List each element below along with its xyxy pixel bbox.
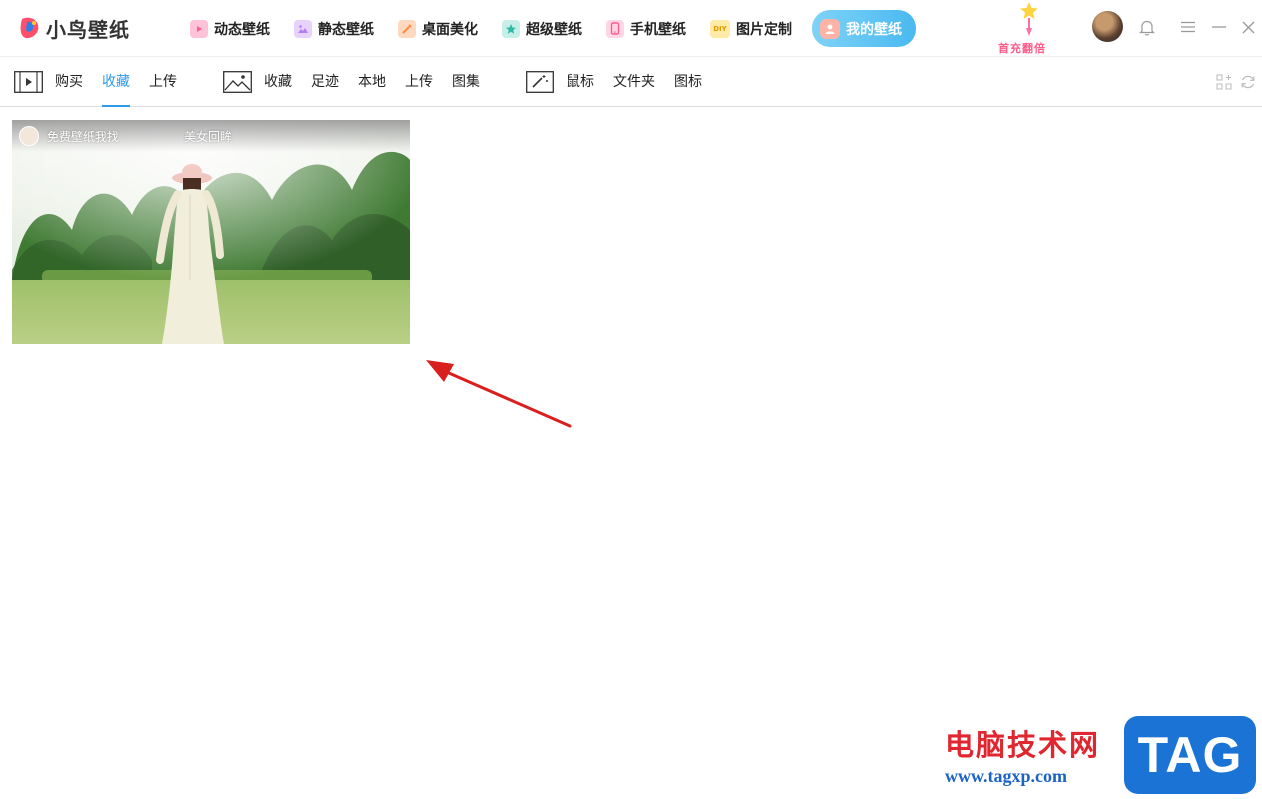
brush-icon [398, 19, 416, 38]
author-avatar [19, 126, 39, 146]
nav-item-dynamic-wallpaper[interactable]: 动态壁纸 [186, 10, 280, 47]
close-icon[interactable] [1238, 17, 1258, 37]
bell-icon[interactable] [1137, 17, 1157, 37]
bird-logo-icon [20, 17, 39, 39]
app-name: 小鸟壁纸 [46, 17, 130, 42]
video-group: 购买 收藏 上传 [14, 57, 196, 107]
tab-video-purchased[interactable]: 购买 [55, 57, 83, 107]
promo-text: 首充翻倍 [998, 42, 1046, 55]
app-logo[interactable]: 小鸟壁纸 [18, 12, 130, 44]
star-charm-icon [1020, 2, 1038, 36]
menu-icon[interactable] [1178, 17, 1198, 37]
grid-view-icon[interactable] [1216, 74, 1232, 90]
tab-image-favorites[interactable]: 收藏 [264, 57, 292, 107]
diy-icon: DIY [710, 19, 730, 38]
star-icon [502, 19, 520, 38]
title-bar: 小鸟壁纸 动态壁纸 静态壁纸 桌面美化 超级壁纸 手机壁纸 DIY 图片定制 我… [0, 0, 1262, 57]
tab-icons[interactable]: 图标 [674, 57, 702, 107]
user-icon [820, 18, 840, 39]
image-group: 收藏 足迹 本地 上传 图集 [223, 57, 499, 107]
magic-wand-icon [526, 71, 554, 93]
watermark-site-name: 电脑技术网 [945, 728, 1101, 762]
nav-label: 我的壁纸 [846, 21, 902, 38]
user-avatar[interactable] [1092, 11, 1123, 42]
card-author: 免费壁纸我找 [47, 130, 120, 144]
main-nav: 动态壁纸 静态壁纸 桌面美化 超级壁纸 手机壁纸 DIY 图片定制 我的壁纸 [186, 10, 926, 47]
tab-video-favorites[interactable]: 收藏 [102, 57, 130, 107]
nav-label: 桌面美化 [422, 21, 478, 38]
promo-banner[interactable]: 首充翻倍 [996, 0, 1060, 56]
nav-item-desktop-beautify[interactable]: 桌面美化 [394, 10, 488, 47]
nav-item-static-wallpaper[interactable]: 静态壁纸 [290, 10, 384, 47]
play-icon [190, 19, 208, 38]
wallpaper-card[interactable]: 免费壁纸我找 美女回眸 [12, 120, 410, 344]
nav-item-phone-wallpaper[interactable]: 手机壁纸 [602, 10, 696, 47]
video-icon [14, 71, 43, 93]
annotation-arrow [426, 360, 572, 428]
tab-image-albums[interactable]: 图集 [452, 57, 480, 107]
nav-label: 手机壁纸 [630, 21, 686, 38]
cursor-group: 鼠标 文件夹 图标 [526, 57, 721, 107]
nav-label: 超级壁纸 [526, 21, 582, 38]
nav-item-my-wallpaper[interactable]: 我的壁纸 [812, 10, 916, 47]
tab-image-uploaded[interactable]: 上传 [405, 57, 433, 107]
tab-image-history[interactable]: 足迹 [311, 57, 339, 107]
minimize-icon[interactable] [1209, 17, 1229, 37]
nav-label: 图片定制 [736, 21, 792, 38]
tab-folder[interactable]: 文件夹 [613, 57, 655, 107]
nav-item-image-custom[interactable]: DIY 图片定制 [706, 10, 802, 47]
card-title: 美女回眸 [184, 130, 233, 144]
image-icon [294, 19, 312, 38]
tab-image-local[interactable]: 本地 [358, 57, 386, 107]
phone-icon [606, 19, 624, 38]
nav-label: 动态壁纸 [214, 21, 270, 38]
nav-label: 静态壁纸 [318, 21, 374, 38]
tab-video-uploaded[interactable]: 上传 [149, 57, 177, 107]
picture-icon [223, 71, 252, 93]
nav-item-super-wallpaper[interactable]: 超级壁纸 [498, 10, 592, 47]
watermark-url: www.tagxp.com [945, 766, 1067, 786]
refresh-icon[interactable] [1240, 74, 1256, 90]
wallpaper-thumbnail [12, 120, 410, 344]
watermark-tag-logo: TAG [1124, 716, 1256, 794]
tab-cursor[interactable]: 鼠标 [566, 57, 594, 107]
sub-nav: 购买 收藏 上传 收藏 足迹 本地 上传 图集 鼠标 文件夹 图标 [0, 57, 1262, 107]
